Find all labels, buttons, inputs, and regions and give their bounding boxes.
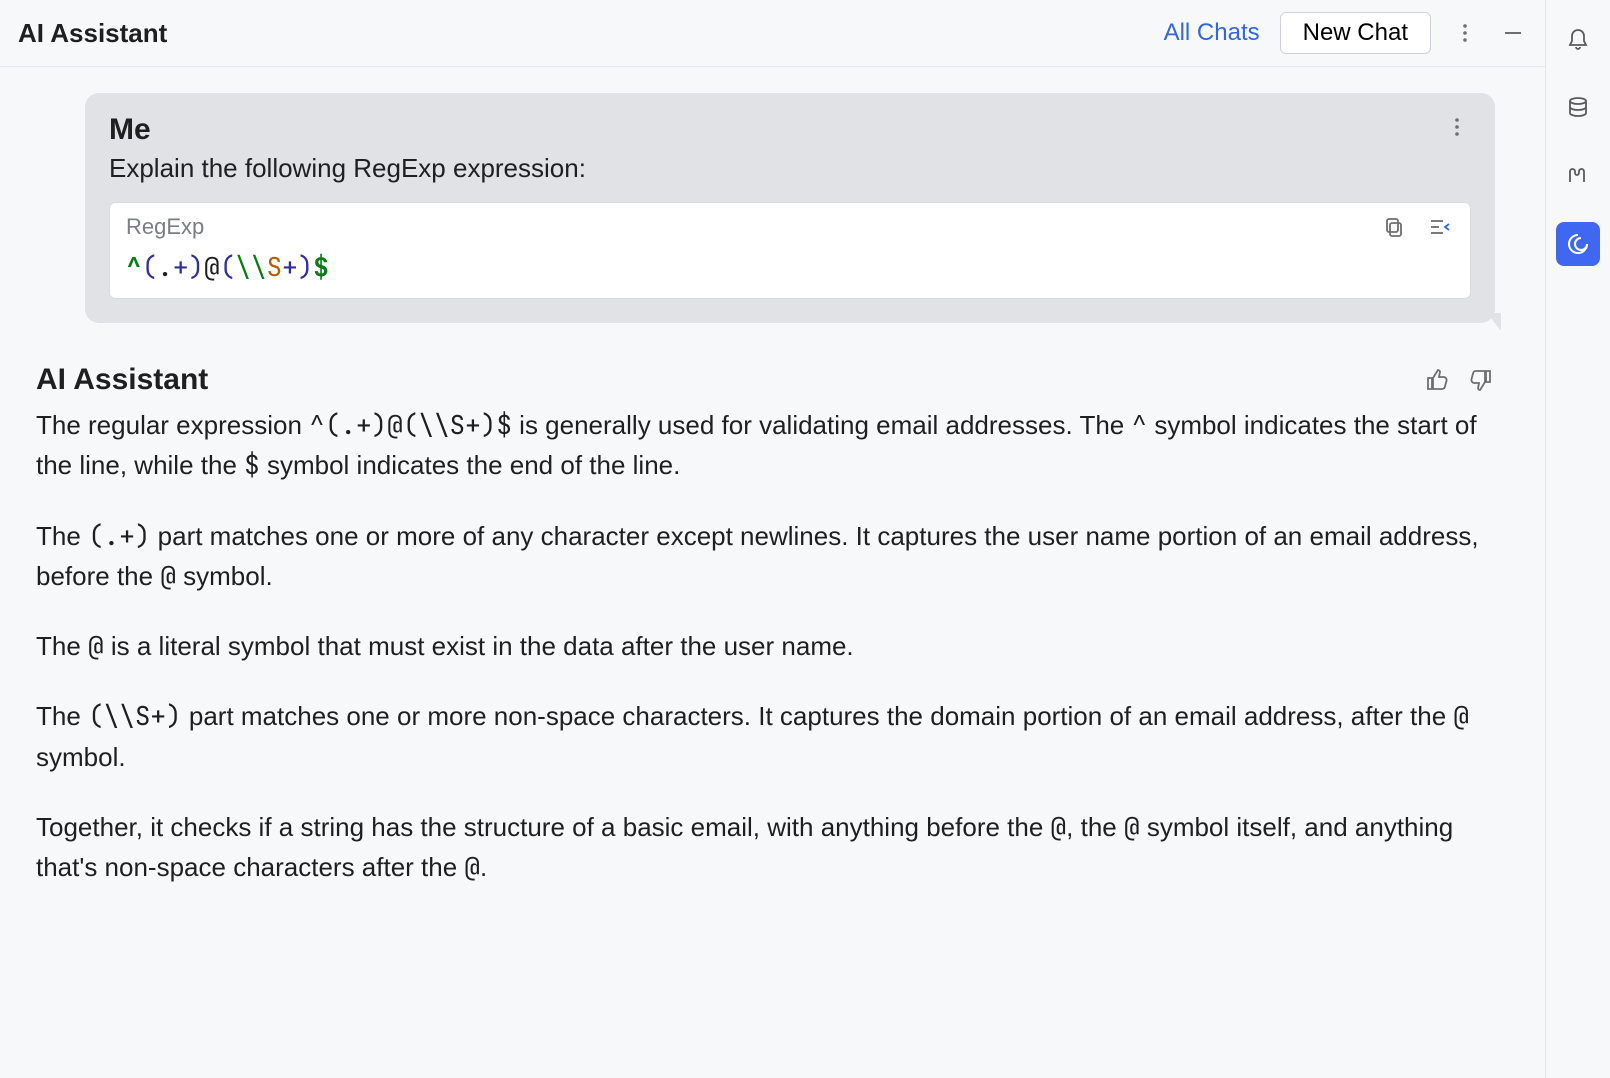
- thumbs-down-icon[interactable]: [1467, 366, 1495, 394]
- assistant-paragraph: The (.+) part matches one or more of any…: [36, 516, 1495, 597]
- user-bubble: Me Explain the following RegExp expressi…: [85, 93, 1495, 323]
- new-chat-button[interactable]: New Chat: [1280, 12, 1431, 54]
- assistant-sender-label: AI Assistant: [36, 363, 208, 397]
- assistant-paragraph: The @ is a literal symbol that must exis…: [36, 626, 1495, 666]
- assistant-paragraph: Together, it checks if a string has the …: [36, 807, 1495, 888]
- inline-code: @: [88, 628, 104, 663]
- assistant-message: AI Assistant The regular expression ^(.+…: [0, 323, 1545, 938]
- notifications-icon[interactable]: [1556, 18, 1600, 62]
- user-sender-label: Me: [109, 113, 586, 147]
- minimize-icon[interactable]: [1499, 19, 1527, 47]
- inline-code: (.+): [88, 518, 150, 553]
- inline-code: ^: [1131, 407, 1147, 442]
- right-tool-strip: [1546, 0, 1610, 1078]
- code-language-label: RegExp: [126, 214, 204, 240]
- inline-code: @: [464, 849, 480, 884]
- message-more-icon[interactable]: [1443, 113, 1471, 141]
- insert-code-icon[interactable]: [1426, 213, 1454, 241]
- chat-panel: AI Assistant All Chats New Chat Me Expla…: [0, 0, 1546, 1078]
- m-icon[interactable]: [1556, 154, 1600, 198]
- feedback-actions: [1423, 366, 1495, 394]
- inline-code: @: [1124, 809, 1140, 844]
- panel-title: AI Assistant: [18, 18, 167, 49]
- user-message-text: Explain the following RegExp expression:: [109, 153, 586, 184]
- inline-code: @: [160, 558, 176, 593]
- inline-code: ^(.+)@(\\S+)$: [309, 407, 512, 442]
- user-message: Me Explain the following RegExp expressi…: [0, 67, 1545, 323]
- copy-code-icon[interactable]: [1380, 213, 1408, 241]
- assistant-paragraph: The (\\S+) part matches one or more non-…: [36, 696, 1495, 777]
- more-icon[interactable]: [1451, 19, 1479, 47]
- all-chats-link[interactable]: All Chats: [1164, 19, 1260, 47]
- code-content: ^(.+)@(\\S+)$: [126, 249, 1454, 284]
- header-actions: All Chats New Chat: [1164, 12, 1527, 54]
- inline-code: (\\S+): [88, 698, 182, 733]
- header: AI Assistant All Chats New Chat: [0, 0, 1545, 67]
- assistant-text: The regular expression ^(.+)@(\\S+)$ is …: [36, 405, 1495, 888]
- database-icon[interactable]: [1556, 86, 1600, 130]
- inline-code: $: [244, 447, 260, 482]
- inline-code: @: [1453, 698, 1469, 733]
- thumbs-up-icon[interactable]: [1423, 366, 1451, 394]
- code-block: RegExp ^(.+)@(\\S+)$: [109, 202, 1471, 299]
- chat-content: Me Explain the following RegExp expressi…: [0, 67, 1545, 1078]
- ai-swirl-icon[interactable]: [1556, 222, 1600, 266]
- inline-code: @: [1051, 809, 1067, 844]
- assistant-paragraph: The regular expression ^(.+)@(\\S+)$ is …: [36, 405, 1495, 486]
